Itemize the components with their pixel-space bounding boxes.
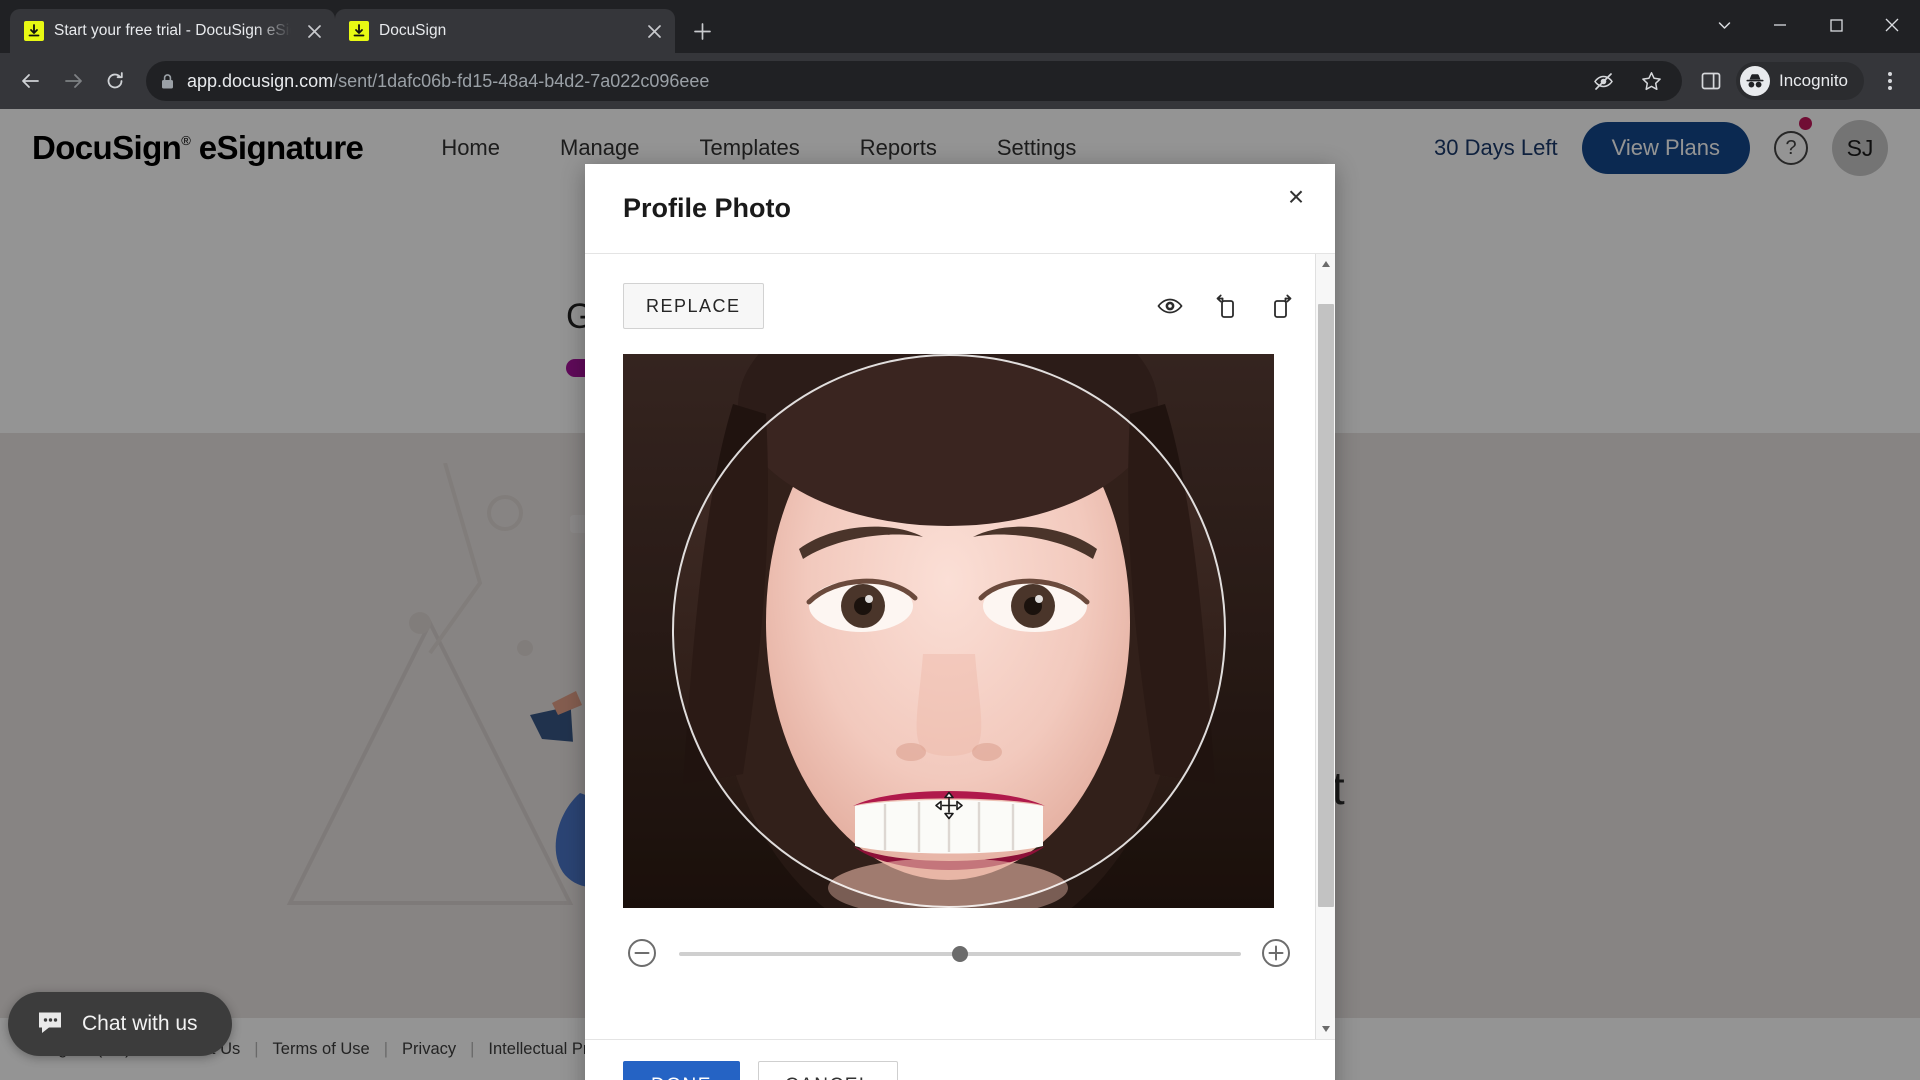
eye-slash-icon[interactable]: [1586, 64, 1620, 98]
dialog-scrollbar[interactable]: [1315, 254, 1335, 1039]
editor-toolbar: REPLACE: [623, 280, 1297, 332]
tab-strip: Start your free trial - DocuSign eSignat…: [0, 0, 1920, 53]
url-text: app.docusign.com/sent/1dafc06b-fd15-48a4…: [187, 71, 1574, 92]
sidebar-icon[interactable]: [1694, 64, 1728, 98]
zoom-slider-track[interactable]: [679, 946, 1241, 962]
close-icon[interactable]: ×: [1277, 178, 1315, 216]
browser-window: Start your free trial - DocuSign eSignat…: [0, 0, 1920, 1080]
dialog-body: REPLACE: [585, 254, 1335, 1039]
scrollbar-track[interactable]: [1316, 274, 1336, 1019]
tab-title: DocuSign: [379, 22, 447, 39]
replace-button[interactable]: REPLACE: [623, 283, 764, 329]
scroll-up-icon[interactable]: [1316, 254, 1336, 274]
chat-label: Chat with us: [82, 1012, 198, 1035]
url-domain: app.docusign.com: [187, 70, 334, 91]
scroll-down-icon[interactable]: [1316, 1019, 1336, 1039]
url-path: /sent/1dafc06b-fd15-48a4-b4d2-7a022c096e…: [333, 70, 710, 91]
zoom-slider-thumb[interactable]: [952, 946, 968, 962]
window-controls: [1696, 0, 1920, 50]
zoom-out-icon[interactable]: [627, 938, 659, 970]
minimize-icon[interactable]: [1752, 0, 1808, 50]
forward-arrow-icon[interactable]: [54, 62, 92, 100]
profile-photo-dialog: Profile Photo × REPLACE: [585, 164, 1335, 1080]
star-icon[interactable]: [1634, 64, 1668, 98]
tab-title: Start your free trial - DocuSign eSignat…: [54, 22, 291, 39]
done-button[interactable]: DONE: [623, 1060, 740, 1080]
tab-close-icon[interactable]: [301, 18, 327, 44]
chat-bubble-icon: [36, 1007, 64, 1041]
page-viewport: DocuSign® eSignature Home Manage Templat…: [0, 109, 1920, 1080]
image-tools: [1155, 291, 1297, 321]
browser-tab-1[interactable]: DocuSign: [335, 9, 675, 53]
incognito-icon: [1740, 66, 1770, 96]
preview-eye-icon[interactable]: [1155, 291, 1185, 321]
chevron-down-icon[interactable]: [1696, 0, 1752, 50]
download-icon: [349, 21, 369, 41]
close-icon[interactable]: [1864, 0, 1920, 50]
cancel-button[interactable]: CANCEL: [757, 1060, 898, 1080]
browser-toolbar: app.docusign.com/sent/1dafc06b-fd15-48a4…: [0, 53, 1920, 109]
kebab-menu-icon[interactable]: [1872, 63, 1908, 99]
move-icon: [934, 791, 964, 826]
rotate-right-icon[interactable]: [1267, 291, 1297, 321]
reload-icon[interactable]: [96, 62, 134, 100]
zoom-slider-row[interactable]: [623, 934, 1297, 974]
new-tab-button[interactable]: [685, 14, 719, 48]
browser-tab-0[interactable]: Start your free trial - DocuSign eSignat…: [10, 9, 335, 53]
address-bar[interactable]: app.docusign.com/sent/1dafc06b-fd15-48a4…: [146, 61, 1682, 101]
incognito-profile-button[interactable]: Incognito: [1736, 62, 1864, 100]
rotate-left-icon[interactable]: [1211, 291, 1241, 321]
dialog-header: Profile Photo ×: [585, 164, 1335, 254]
tab-close-icon[interactable]: [641, 18, 667, 44]
download-icon: [24, 21, 44, 41]
back-arrow-icon[interactable]: [12, 62, 50, 100]
omnibox-actions: [1586, 64, 1668, 98]
zoom-in-icon[interactable]: [1261, 938, 1293, 970]
photo-crop-area[interactable]: [623, 354, 1274, 908]
chat-with-us-button[interactable]: Chat with us: [8, 992, 232, 1056]
lock-icon: [160, 73, 175, 90]
dialog-footer: DONE CANCEL: [585, 1039, 1335, 1080]
scrollbar-thumb[interactable]: [1317, 303, 1334, 908]
incognito-label: Incognito: [1779, 71, 1848, 90]
dialog-title: Profile Photo: [623, 193, 791, 223]
maximize-icon[interactable]: [1808, 0, 1864, 50]
